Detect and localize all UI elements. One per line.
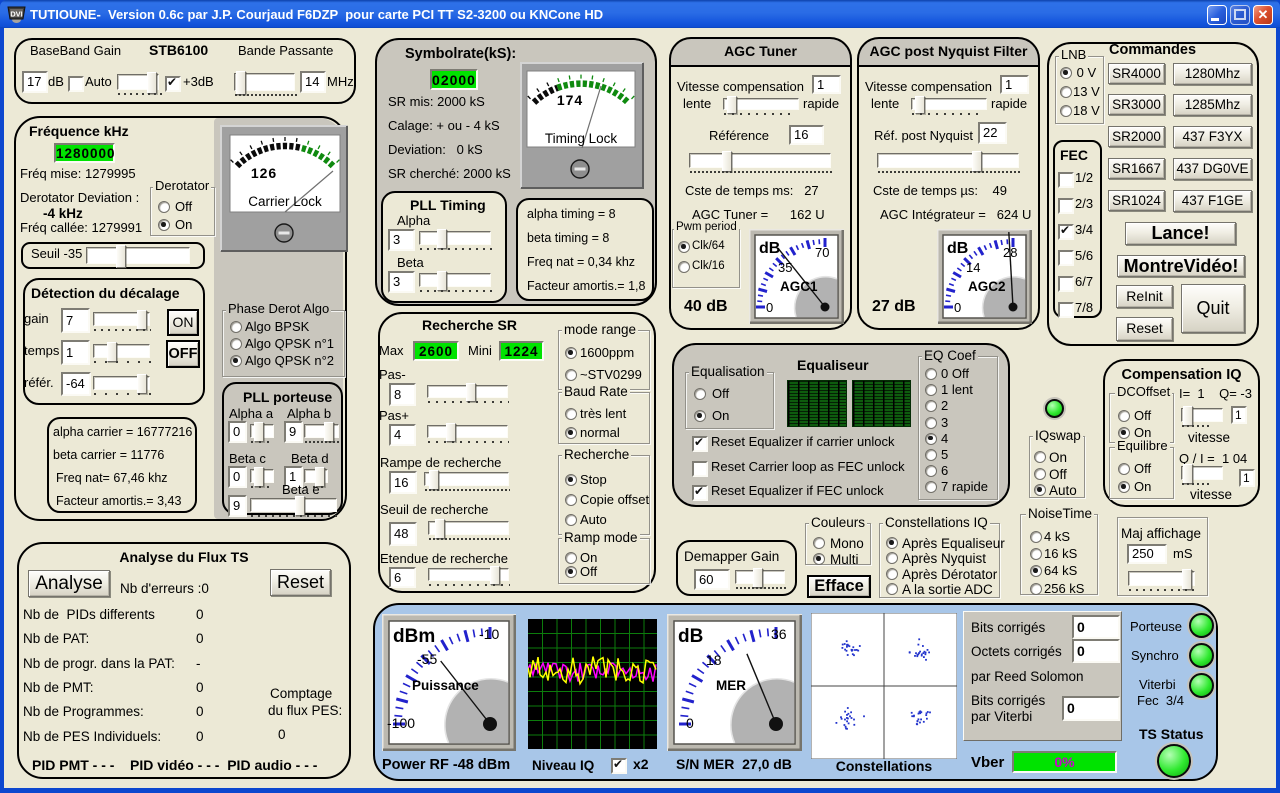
svg-text:18: 18	[706, 652, 722, 668]
svg-text:35: 35	[778, 260, 792, 275]
svg-text:174: 174	[557, 92, 583, 108]
svg-text:36: 36	[771, 626, 787, 642]
svg-text:-100: -100	[387, 715, 415, 731]
svg-text:0: 0	[766, 300, 773, 315]
svg-text:70: 70	[815, 245, 829, 260]
svg-text:-10: -10	[479, 626, 499, 642]
svg-text:0: 0	[954, 300, 961, 315]
svg-text:Carrier Lock: Carrier Lock	[248, 194, 322, 209]
svg-text:AGC1: AGC1	[780, 279, 818, 294]
svg-text:AGC2: AGC2	[968, 279, 1006, 294]
svg-text:28: 28	[1003, 245, 1017, 260]
svg-text:dB: dB	[759, 240, 780, 257]
svg-text:0: 0	[686, 715, 694, 731]
svg-text:dB: dB	[678, 626, 703, 647]
svg-text:14: 14	[966, 260, 980, 275]
svg-text:-55: -55	[417, 651, 437, 667]
svg-text:dBm: dBm	[393, 626, 435, 647]
svg-text:dB: dB	[947, 240, 968, 257]
svg-text:Puissance: Puissance	[412, 678, 479, 693]
svg-text:126: 126	[251, 165, 277, 181]
svg-text:DVI: DVI	[10, 10, 23, 19]
svg-text:MER: MER	[716, 678, 746, 693]
svg-text:Timing Lock: Timing Lock	[545, 131, 618, 146]
